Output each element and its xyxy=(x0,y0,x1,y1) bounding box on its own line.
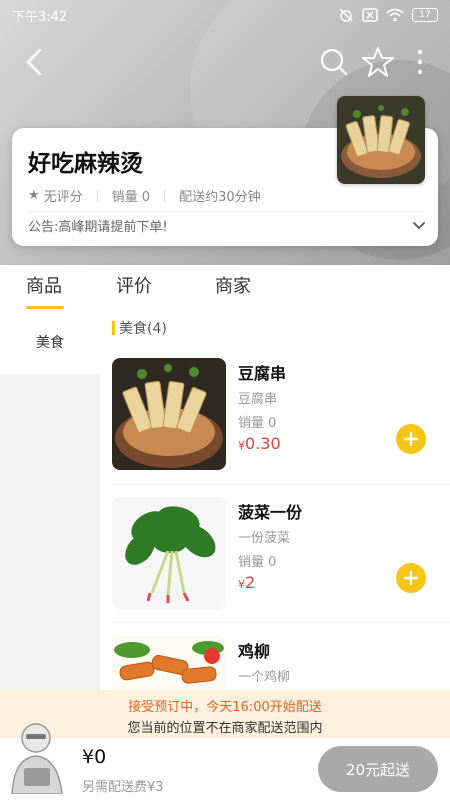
nav-bar xyxy=(0,38,450,86)
favorite-star-icon[interactable] xyxy=(360,44,396,80)
wifi-icon xyxy=(386,8,404,22)
divider xyxy=(28,211,422,212)
product-sales: 销量 0 xyxy=(238,555,277,570)
product-price: ¥0.30 xyxy=(238,434,281,453)
product-description: 一个鸡柳 xyxy=(238,670,291,685)
shop-stats: ★ 无评分 销量 0 配送约30分钟 xyxy=(28,186,261,205)
cart-total: ¥0 xyxy=(82,746,107,768)
divider xyxy=(96,189,98,202)
delivery-fee: 另需配送费¥3 xyxy=(82,780,164,795)
active-tab-indicator xyxy=(26,306,64,309)
shop-rating: 无评分 xyxy=(43,190,83,205)
shop-delivery-time: 配送约30分钟 xyxy=(179,190,261,205)
tab-merchant[interactable]: 商家 xyxy=(215,272,251,298)
add-to-cart-button[interactable] xyxy=(396,424,426,454)
add-to-cart-button[interactable] xyxy=(396,563,426,593)
product-image xyxy=(112,358,226,470)
product-image xyxy=(112,636,226,690)
product-item[interactable]: 鸡柳 一个鸡柳 xyxy=(112,636,450,690)
tab-bar: 商品 评价 商家 xyxy=(0,268,450,312)
more-vertical-icon[interactable] xyxy=(408,46,432,78)
status-time: 下午3:42 xyxy=(12,9,68,25)
sim-off-icon xyxy=(362,8,378,22)
checkout-button[interactable]: 20元起送 xyxy=(318,746,438,792)
currency-symbol: ¥ xyxy=(238,439,245,452)
shop-sales: 销量 0 xyxy=(111,190,151,205)
product-price: ¥2 xyxy=(238,573,255,592)
product-item[interactable]: 豆腐串 豆腐串 销量 0 ¥0.30 xyxy=(112,358,450,478)
product-item[interactable]: 菠菜一份 一份菠菜 销量 0 ¥2 xyxy=(112,497,450,617)
chevron-down-icon[interactable] xyxy=(410,216,428,234)
sidebar-item-label: 美食 xyxy=(36,335,64,351)
plus-icon xyxy=(404,432,418,446)
product-description: 一份菠菜 xyxy=(238,531,291,546)
battery-icon: 17 xyxy=(412,8,438,22)
rating-star-icon: ★ xyxy=(28,188,40,203)
divider xyxy=(112,484,450,485)
back-arrow-icon[interactable] xyxy=(18,44,54,80)
product-name: 菠菜一份 xyxy=(238,503,303,522)
shop-notice: 公告:高峰期请提前下单! xyxy=(28,220,168,235)
product-image xyxy=(112,497,226,609)
section-header: 美食(4) xyxy=(112,318,167,338)
product-sales: 销量 0 xyxy=(238,416,277,431)
battery-level: 17 xyxy=(419,10,431,20)
status-icons: 17 xyxy=(338,7,438,23)
price-value: 0.30 xyxy=(245,434,281,453)
divider xyxy=(112,622,450,623)
plus-icon xyxy=(404,571,418,585)
cart-character-icon[interactable] xyxy=(6,720,70,794)
product-name: 豆腐串 xyxy=(238,364,287,383)
section-title: 美食(4) xyxy=(119,321,167,337)
sidebar-item-food[interactable]: 美食 xyxy=(0,318,100,374)
shop-name: 好吃麻辣烫 xyxy=(28,151,143,177)
currency-symbol: ¥ xyxy=(238,578,245,591)
search-icon[interactable] xyxy=(318,46,350,78)
price-value: 2 xyxy=(245,573,256,592)
tab-reviews[interactable]: 评价 xyxy=(116,272,152,298)
product-name: 鸡柳 xyxy=(238,642,271,661)
section-accent-bar xyxy=(112,321,115,335)
cart-bar: ¥0 另需配送费¥3 20元起送 xyxy=(0,723,450,800)
category-sidebar: 美食 xyxy=(0,318,100,748)
divider xyxy=(164,189,166,202)
shop-logo-image xyxy=(337,96,425,184)
product-description: 豆腐串 xyxy=(238,392,278,407)
preorder-notice: 接受预订中，今天16:00开始配送 xyxy=(128,700,322,715)
tab-products[interactable]: 商品 xyxy=(26,272,62,298)
alarm-off-icon xyxy=(339,8,353,22)
status-bar: 下午3:42 17 xyxy=(0,0,450,30)
